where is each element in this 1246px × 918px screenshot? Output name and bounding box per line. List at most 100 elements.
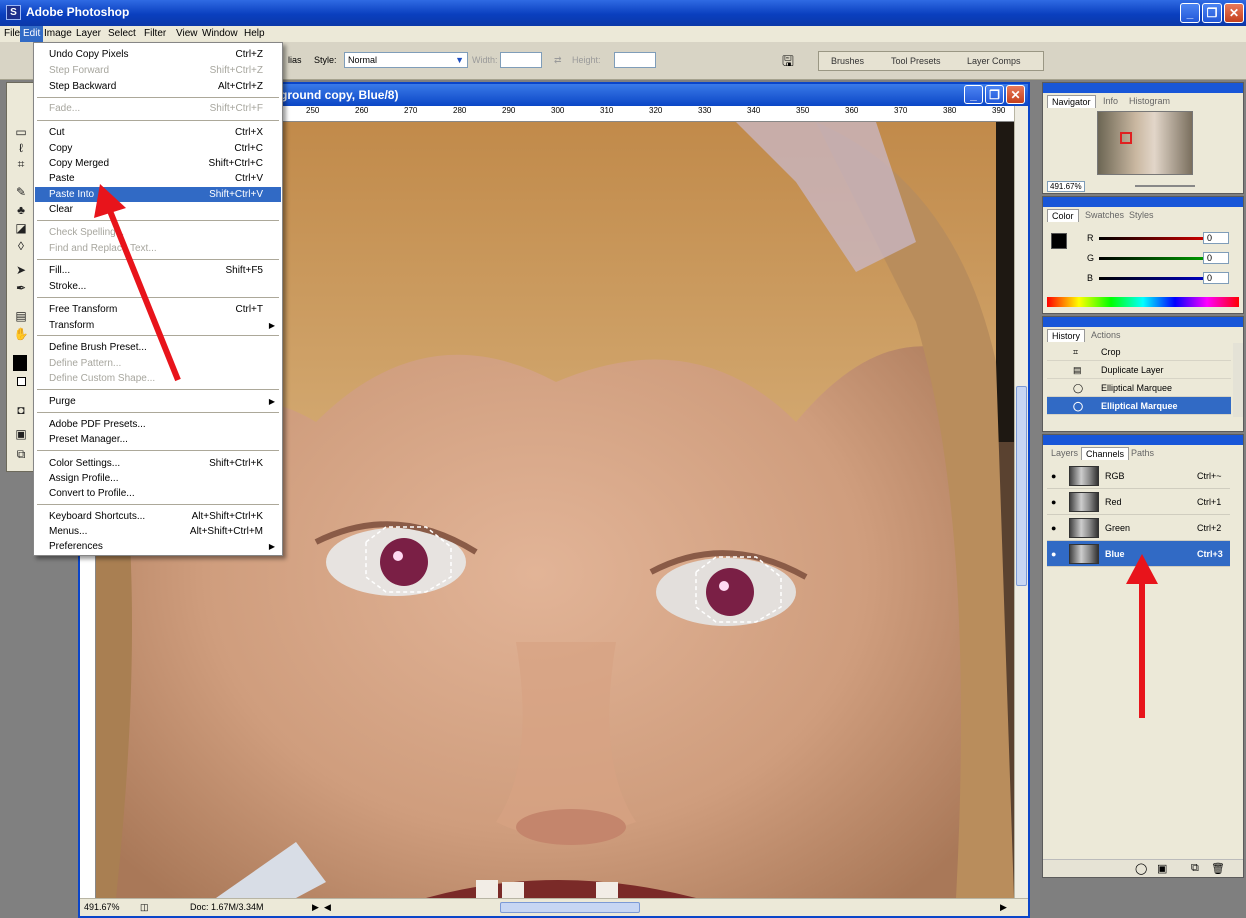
menu-item-paste-into[interactable]: Paste Into Shift+Ctrl+V — [35, 187, 281, 202]
menu-item-find-replace[interactable]: Find and Replace Text... — [35, 241, 281, 256]
menu-item-copy[interactable]: Copy Ctrl+C — [35, 141, 281, 156]
hand-tool-icon[interactable]: ✋ — [11, 325, 31, 343]
menu-image[interactable]: Image — [44, 28, 72, 39]
maximize-button[interactable]: ❐ — [1202, 3, 1222, 23]
style-select[interactable]: Normal ▼ — [344, 52, 468, 68]
scroll-right-arrow[interactable]: ▶ — [1000, 902, 1007, 913]
doc-close-button[interactable]: ✕ — [1006, 85, 1025, 104]
background-color-swatch[interactable] — [17, 377, 26, 386]
menu-item-assign-profile[interactable]: Assign Profile... — [35, 471, 281, 486]
tab-history[interactable]: History — [1047, 329, 1086, 342]
screen-mode-icon[interactable]: ▣ — [11, 425, 31, 443]
tab-histogram[interactable]: Histogram — [1125, 95, 1174, 107]
menu-item-transform[interactable]: Transform ▶ — [35, 318, 281, 333]
new-channel-icon[interactable]: ⧉ — [1191, 862, 1199, 875]
tab-channels[interactable]: Channels — [1081, 447, 1130, 460]
tab-info[interactable]: Info — [1099, 95, 1122, 107]
menu-item-step-forward[interactable]: Step Forward Shift+Ctrl+Z — [35, 63, 281, 78]
menu-item-free-transform[interactable]: Free Transform Ctrl+T — [35, 302, 281, 317]
menu-item-fade[interactable]: Fade... Shift+Ctrl+F — [35, 101, 281, 116]
r-slider[interactable] — [1099, 237, 1209, 240]
menu-item-stroke[interactable]: Stroke... — [35, 279, 281, 294]
zoom-level[interactable]: 491.67% — [84, 902, 120, 912]
g-value-input[interactable]: 0 — [1203, 252, 1229, 264]
menu-item-preset-manager[interactable]: Preset Manager... — [35, 432, 281, 447]
b-slider[interactable] — [1099, 277, 1209, 280]
tab-navigator[interactable]: Navigator — [1047, 95, 1096, 108]
history-item[interactable]: ⌗ Crop — [1047, 343, 1231, 361]
eye-icon[interactable]: ● — [1051, 471, 1061, 481]
menu-window[interactable]: Window — [202, 28, 238, 39]
color-ramp[interactable] — [1047, 297, 1239, 307]
b-value-input[interactable]: 0 — [1203, 272, 1229, 284]
menu-item-keyboard-shortcuts[interactable]: Keyboard Shortcuts... Alt+Shift+Ctrl+K — [35, 509, 281, 524]
tab-color[interactable]: Color — [1047, 209, 1079, 222]
palette-well-tool-presets[interactable]: Tool Presets — [891, 56, 941, 66]
menu-item-color-settings[interactable]: Color Settings... Shift+Ctrl+K — [35, 456, 281, 471]
navigator-thumbnail[interactable] — [1097, 111, 1193, 175]
tab-actions[interactable]: Actions — [1087, 329, 1125, 341]
history-item-current[interactable]: ◯ Elliptical Marquee — [1047, 397, 1231, 415]
tab-styles[interactable]: Styles — [1125, 209, 1158, 221]
jump-to-imageready-icon[interactable]: ⧉ — [11, 445, 31, 463]
save-selection-icon[interactable]: ▣ — [1157, 862, 1167, 875]
minimize-button[interactable]: _ — [1180, 3, 1200, 23]
healing-tool-icon[interactable]: ✎ — [11, 183, 31, 201]
menu-item-clear[interactable]: Clear — [35, 202, 281, 217]
palette-well-layer-comps[interactable]: Layer Comps — [967, 56, 1021, 66]
menu-filter[interactable]: Filter — [144, 28, 166, 39]
menu-item-cut[interactable]: Cut Ctrl+X — [35, 125, 281, 140]
history-item[interactable]: ◯ Elliptical Marquee — [1047, 379, 1231, 397]
menu-file[interactable]: File — [4, 28, 20, 39]
channel-row-blue[interactable]: ● Blue Ctrl+3 — [1047, 541, 1230, 567]
eye-icon[interactable]: ● — [1051, 497, 1061, 507]
g-slider[interactable] — [1099, 257, 1209, 260]
quick-mask-icon[interactable]: ◘ — [11, 401, 31, 419]
menu-select[interactable]: Select — [108, 28, 136, 39]
menu-item-menus[interactable]: Menus... Alt+Shift+Ctrl+M — [35, 524, 281, 539]
history-scrollbar[interactable] — [1233, 343, 1243, 417]
menu-item-copy-merged[interactable]: Copy Merged Shift+Ctrl+C — [35, 156, 281, 171]
menu-item-pdf-presets[interactable]: Adobe PDF Presets... — [35, 417, 281, 432]
close-button[interactable]: ✕ — [1224, 3, 1244, 23]
width-input[interactable] — [500, 52, 542, 68]
stamp-tool-icon[interactable]: ♣ — [11, 201, 31, 219]
load-selection-icon[interactable]: ◯ — [1135, 862, 1147, 875]
vertical-scrollbar[interactable] — [1014, 106, 1028, 898]
palette-well-brushes[interactable]: Brushes — [831, 56, 864, 66]
photoshop-icon[interactable]: S — [6, 5, 21, 20]
foreground-color-swatch[interactable] — [1051, 233, 1067, 249]
tab-swatches[interactable]: Swatches — [1081, 209, 1128, 221]
menu-item-convert-profile[interactable]: Convert to Profile... — [35, 486, 281, 501]
swap-icon[interactable]: ⇄ — [554, 55, 562, 66]
zoom-slider[interactable] — [1135, 185, 1195, 187]
navigator-zoom[interactable]: 491.67% — [1047, 181, 1085, 192]
menu-view[interactable]: View — [176, 28, 198, 39]
menu-item-preferences[interactable]: Preferences ▶ — [35, 539, 281, 554]
tab-layers[interactable]: Layers — [1047, 447, 1082, 459]
scroll-left-arrow[interactable]: ◀ — [324, 902, 331, 913]
blur-tool-icon[interactable]: ◊ — [11, 237, 31, 255]
file-browser-icon[interactable]: 🖫 — [782, 51, 794, 75]
notes-tool-icon[interactable]: ▤ — [11, 307, 31, 325]
doc-minimize-button[interactable]: _ — [964, 85, 983, 104]
menu-item-step-backward[interactable]: Step Backward Alt+Ctrl+Z — [35, 79, 281, 94]
status-menu-arrow[interactable]: ▶ — [312, 902, 319, 913]
menu-help[interactable]: Help — [244, 28, 265, 39]
height-input[interactable] — [614, 52, 656, 68]
eraser-tool-icon[interactable]: ◪ — [11, 219, 31, 237]
menu-item-define-shape[interactable]: Define Custom Shape... — [35, 371, 281, 386]
menu-item-paste[interactable]: Paste Ctrl+V — [35, 171, 281, 186]
channel-row-red[interactable]: ● Red Ctrl+1 — [1047, 489, 1230, 515]
foreground-color-swatch[interactable] — [13, 355, 27, 371]
menu-item-check-spelling[interactable]: Check Spelling... — [35, 225, 281, 240]
eye-icon[interactable]: ● — [1051, 549, 1061, 559]
eye-icon[interactable]: ● — [1051, 523, 1061, 533]
doc-maximize-button[interactable]: ❐ — [985, 85, 1004, 104]
menu-edit[interactable]: Edit — [20, 26, 44, 42]
channel-row-rgb[interactable]: ● RGB Ctrl+~ — [1047, 463, 1230, 489]
path-select-tool-icon[interactable]: ➤ — [11, 261, 31, 279]
menu-layer[interactable]: Layer — [76, 28, 101, 39]
menu-item-define-pattern[interactable]: Define Pattern... — [35, 356, 281, 371]
channel-row-green[interactable]: ● Green Ctrl+2 — [1047, 515, 1230, 541]
